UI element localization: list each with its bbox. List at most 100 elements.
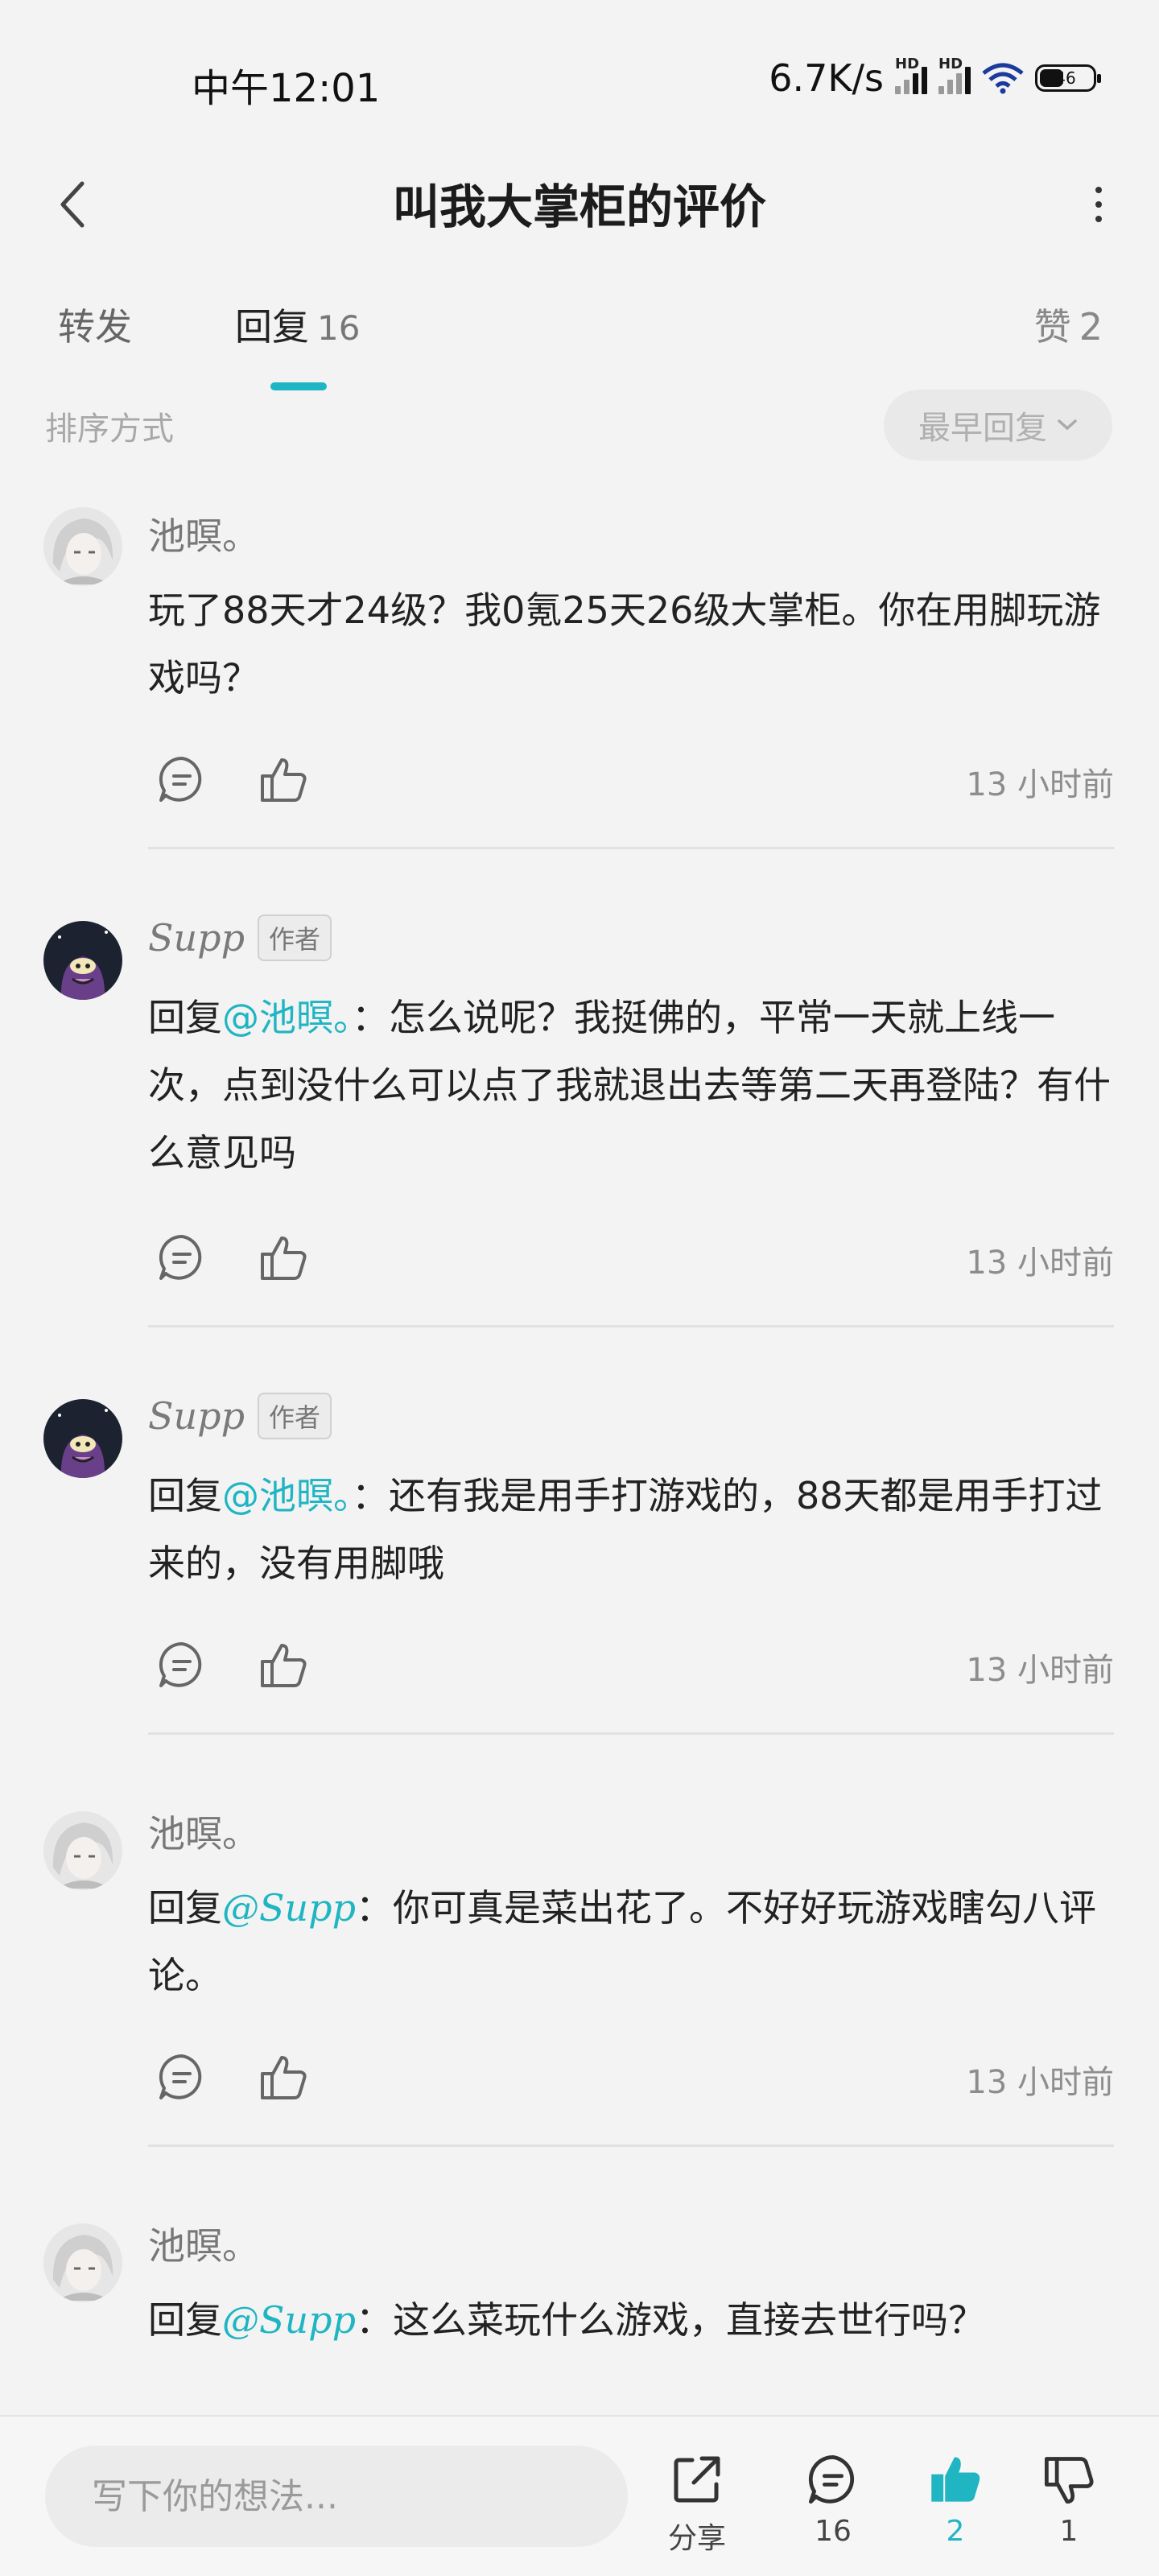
bottom-reply-button[interactable]: 16: [785, 2449, 881, 2548]
status-indicators: 6.7K/s HD HD 46: [769, 56, 1101, 100]
avatar[interactable]: [43, 921, 122, 1000]
comment-icon: [159, 1641, 202, 1687]
status-time: 中午12:01: [192, 66, 381, 111]
status-bar: 中午12:01 6.7K/s HD HD 46: [0, 0, 1159, 153]
reply-button[interactable]: [150, 1225, 214, 1290]
chevron-down-icon: [1058, 419, 1077, 431]
wifi-icon: [982, 63, 1024, 94]
tab-reply[interactable]: 回复 16: [235, 298, 360, 351]
reply-button[interactable]: [150, 2045, 214, 2109]
comment-text: 玩了88天才24级？我0氪25天26级大掌柜。你在用脚玩游戏吗？: [148, 576, 1122, 712]
tab-repost-label: 转发: [58, 305, 132, 349]
comment-author: 池暝。: [148, 2217, 259, 2270]
like-button[interactable]: [251, 747, 316, 811]
tab-like-count: 2: [1079, 305, 1103, 349]
comment-body: 玩了88天才24级？我0氪25天26级大掌柜。你在用脚玩游戏吗？: [148, 588, 1101, 700]
reply-button[interactable]: [150, 747, 214, 811]
comment-actions: 13 小时前: [148, 1633, 1114, 1697]
author-name[interactable]: Supp: [148, 1394, 245, 1438]
signal-icon-2: HD: [938, 56, 971, 94]
sort-label: 排序方式: [45, 411, 174, 448]
comment-icon: [808, 2454, 855, 2504]
more-dot: [1095, 201, 1102, 208]
avatar[interactable]: [43, 2223, 122, 2302]
like-button[interactable]: [251, 1633, 316, 1697]
author-name[interactable]: Supp: [148, 916, 245, 960]
bottom-like-button[interactable]: 2: [907, 2449, 1004, 2548]
tab-reply-label: 回复: [235, 305, 309, 349]
divider: [148, 1325, 1114, 1327]
divider: [148, 2145, 1114, 2147]
author-name[interactable]: 池暝。: [148, 1805, 259, 1858]
thumbs-up-icon: [261, 1644, 307, 1687]
like-count: 2: [946, 2515, 965, 2548]
network-speed: 6.7K/s: [769, 56, 884, 100]
comment-text: 回复@Supp：你可真是菜出花了。不好好玩游戏瞎勾八评论。: [148, 1874, 1122, 2009]
reply-count: 16: [815, 2515, 852, 2548]
comment-actions: 13 小时前: [148, 1225, 1114, 1290]
more-dot: [1095, 187, 1102, 193]
tab-like[interactable]: 赞2: [1034, 298, 1103, 351]
dislike-button[interactable]: 1: [1021, 2449, 1117, 2548]
share-button[interactable]: 分享: [649, 2449, 745, 2557]
battery-icon: 46: [1035, 64, 1101, 92]
more-options-button[interactable]: [1070, 172, 1127, 237]
header: 叫我大掌柜的评价: [0, 153, 1159, 274]
like-button[interactable]: [251, 1225, 316, 1290]
mention-link[interactable]: @Supp: [222, 1886, 356, 1930]
comment-actions: 13 小时前: [148, 747, 1114, 811]
comment-text: 回复@池暝。：还有我是用手打游戏的，88天都是用手打过来的，没有用脚哦: [148, 1462, 1122, 1597]
thumbs-up-icon: [261, 1236, 307, 1280]
sort-dropdown[interactable]: 最早回复: [884, 390, 1112, 460]
reply-button[interactable]: [150, 1633, 214, 1697]
share-label: 分享: [667, 2522, 726, 2555]
more-dot: [1095, 216, 1102, 222]
comment-body: ：这么菜玩什么游戏，直接去世行吗？: [356, 2298, 986, 2342]
reply-prefix: 回复: [148, 2298, 222, 2342]
mention-link[interactable]: @Supp: [222, 2298, 356, 2342]
signal-icon: HD: [895, 56, 927, 94]
comment-icon: [159, 1234, 202, 1280]
bottom-action-bar: 分享 16 2 1: [0, 2415, 1159, 2576]
thumbs-down-icon: [1044, 2457, 1094, 2504]
avatar[interactable]: [43, 1811, 122, 1890]
author-name[interactable]: 池暝。: [148, 507, 259, 560]
tab-active-indicator: [270, 382, 327, 390]
like-button[interactable]: [251, 2045, 316, 2109]
dislike-count: 1: [1059, 2515, 1079, 2548]
battery-level: 46: [1055, 68, 1076, 88]
thumbs-up-icon: [261, 2056, 307, 2099]
tab-repost[interactable]: 转发: [58, 298, 132, 351]
tab-bar: 转发 回复 16 赞2: [0, 298, 1159, 394]
reply-prefix: 回复: [148, 1474, 222, 1517]
author-badge: 作者: [258, 1393, 332, 1439]
comment-author: 池暝。: [148, 1805, 259, 1858]
comment-author: 池暝。: [148, 507, 259, 560]
comment-timestamp: 13 小时前: [966, 766, 1114, 803]
compose-input[interactable]: [45, 2446, 628, 2547]
comment-timestamp: 13 小时前: [966, 2064, 1114, 2101]
avatar[interactable]: [43, 507, 122, 586]
thumbs-up-icon: [261, 758, 307, 802]
page-title: 叫我大掌柜的评价: [392, 180, 766, 234]
sort-selected: 最早回复: [918, 410, 1047, 447]
divider: [148, 847, 1114, 849]
share-icon: [674, 2456, 720, 2503]
comment-author: Supp 作者: [148, 914, 332, 961]
comment-icon: [159, 756, 202, 802]
comment-icon: [159, 2054, 202, 2099]
author-name[interactable]: 池暝。: [148, 2217, 259, 2270]
author-badge: 作者: [258, 914, 332, 961]
hd-label: HD: [895, 56, 920, 72]
mention-link[interactable]: @池暝。: [222, 996, 352, 1039]
avatar[interactable]: [43, 1399, 122, 1478]
comment-text: 回复@池暝。：怎么说呢？我挺佛的，平常一天就上线一次，点到没什么可以点了我就退出…: [148, 984, 1122, 1187]
comment-timestamp: 13 小时前: [966, 1245, 1114, 1282]
mention-link[interactable]: @池暝。: [222, 1474, 352, 1517]
comment-timestamp: 13 小时前: [966, 1652, 1114, 1689]
comment-author: Supp 作者: [148, 1393, 332, 1439]
reply-prefix: 回复: [148, 996, 222, 1039]
reply-prefix: 回复: [148, 1886, 222, 1930]
tab-like-label: 赞: [1033, 305, 1071, 349]
hd-label-2: HD: [938, 56, 963, 72]
